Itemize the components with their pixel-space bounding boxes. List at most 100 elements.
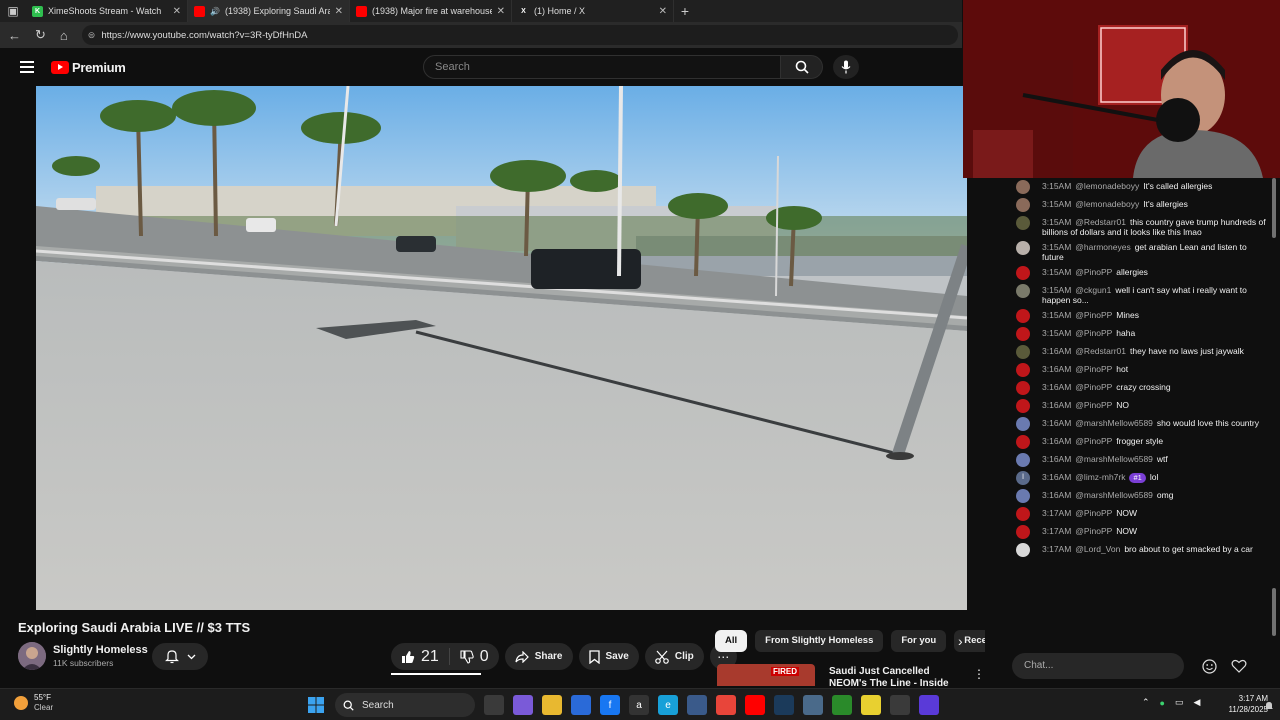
task-view-icon[interactable]	[484, 695, 504, 715]
chat-avatar[interactable]: l	[1016, 471, 1030, 485]
chat-avatar[interactable]	[1016, 381, 1030, 395]
close-tab-icon[interactable]: ✕	[173, 6, 181, 17]
chat-avatar[interactable]	[1016, 399, 1030, 413]
chat-author[interactable]: @PinoPP	[1075, 364, 1112, 374]
chat-avatar[interactable]	[1016, 309, 1030, 323]
chat-message[interactable]: 3:15AM @harmoneyes get arabian Lean and li…	[1000, 240, 1280, 264]
guide-menu-icon[interactable]	[20, 61, 34, 73]
chat-avatar[interactable]	[1016, 284, 1030, 298]
youtube-logo[interactable]: Premium	[51, 60, 126, 75]
chat-avatar[interactable]	[1016, 507, 1030, 521]
chips-next-icon[interactable]: ›	[958, 633, 963, 649]
close-tab-icon[interactable]: ✕	[497, 6, 505, 17]
chat-author[interactable]: @Redstarr01	[1075, 346, 1126, 356]
chat-avatar[interactable]	[1016, 327, 1030, 341]
chat-message[interactable]: 3:16AM @Redstarr01 they have no laws just …	[1000, 344, 1280, 361]
chat-message[interactable]: 3:15AM @lemonadeboyy It's called allergies	[1000, 179, 1280, 196]
recommendation-more-icon[interactable]: ⋮	[973, 667, 985, 681]
chat-author[interactable]: @PinoPP	[1075, 436, 1112, 446]
subscription-bell-button[interactable]	[152, 643, 208, 670]
tab-audio-icon[interactable]: 🔊	[210, 7, 220, 16]
chat-message[interactable]: 3:15AM @Redstarr01 this country gave trump…	[1000, 215, 1280, 239]
chat-avatar[interactable]	[1016, 266, 1030, 280]
super-thanks-button[interactable]	[1230, 657, 1248, 675]
app-icon[interactable]	[919, 695, 939, 715]
filter-chip[interactable]: From Slightly Homeless	[755, 630, 884, 652]
search-input[interactable]: Search	[423, 55, 781, 79]
microphone-tray-icon[interactable]: ●	[1160, 698, 1165, 708]
chat-avatar[interactable]	[1016, 198, 1030, 212]
amazon-icon[interactable]: a	[629, 695, 649, 715]
chat-message[interactable]: 3:16AM @PinoPP hot	[1000, 362, 1280, 379]
back-icon[interactable]: ←	[8, 28, 21, 43]
start-button[interactable]	[306, 695, 326, 715]
filter-chip[interactable]: For you	[891, 630, 947, 652]
close-tab-icon[interactable]: ✕	[659, 6, 667, 17]
chat-avatar[interactable]	[1016, 543, 1030, 557]
chat-author[interactable]: @Lord_Von	[1075, 544, 1120, 554]
taskbar-clock[interactable]: 3:17 AM 11/28/2025	[1218, 693, 1268, 715]
settings-icon[interactable]	[803, 695, 823, 715]
chat-message[interactable]: 3:16AM @marshMellow6589 wtf	[1000, 452, 1280, 469]
chat-author[interactable]: @marshMellow6589	[1075, 418, 1153, 428]
chat-author[interactable]: @limz-mh7rk	[1075, 472, 1125, 482]
network-icon[interactable]: ▭	[1175, 697, 1184, 708]
video-player[interactable]	[36, 86, 967, 610]
chat-author[interactable]: @lemonadeboyy	[1075, 181, 1139, 191]
chat-author[interactable]: @PinoPP	[1075, 328, 1112, 338]
chat-message[interactable]: 3:15AM @lemonadeboyy It's allergies	[1000, 197, 1280, 214]
chat-author[interactable]: @lemonadeboyy	[1075, 199, 1139, 209]
window-menu-icon[interactable]: ▣	[0, 0, 26, 22]
chat-avatar[interactable]	[1016, 417, 1030, 431]
chat-message[interactable]: 3:17AM @Lord_Von bro about to get smacked …	[1000, 542, 1280, 559]
chat-author[interactable]: @PinoPP	[1075, 267, 1112, 277]
search-button[interactable]	[781, 55, 823, 79]
taskbar-search[interactable]: Search	[335, 693, 475, 717]
url-bar[interactable]: ⊜ https://www.youtube.com/watch?v=3R-tyD…	[81, 25, 958, 45]
notification-bell-icon[interactable]	[1264, 698, 1274, 709]
like-button[interactable]: 21	[391, 648, 450, 665]
facebook-icon[interactable]: f	[600, 695, 620, 715]
chat-avatar[interactable]	[1016, 435, 1030, 449]
dislike-button[interactable]: 0	[450, 648, 499, 666]
browser-tab[interactable]: (1938) Major fire at warehouses ✕	[350, 0, 512, 22]
store-icon[interactable]	[571, 695, 591, 715]
chat-avatar[interactable]	[1016, 453, 1030, 467]
chat-author[interactable]: @PinoPP	[1075, 508, 1112, 518]
voice-search-button[interactable]	[833, 55, 859, 79]
recommendation-title[interactable]: Saudi Just Cancelled NEOM's The Line - I…	[829, 664, 959, 686]
chat-author[interactable]: @marshMellow6589	[1075, 454, 1153, 464]
refresh-icon[interactable]: ↻	[35, 27, 46, 43]
filter-chip[interactable]: All	[715, 630, 748, 652]
calculator-icon[interactable]	[687, 695, 707, 715]
save-button[interactable]: Save	[578, 643, 639, 670]
chat-message[interactable]: l 3:16AM @limz-mh7rk #1 lol	[1000, 470, 1280, 487]
chat-avatar[interactable]	[1016, 363, 1030, 377]
chat-message[interactable]: 3:16AM @PinoPP frogger style	[1000, 434, 1280, 451]
browser-tab[interactable]: X (1) Home / X ✕	[512, 0, 674, 22]
xbox-icon[interactable]	[832, 695, 852, 715]
recommendation-thumbnail[interactable]: FIRED	[717, 664, 815, 686]
browser-tab[interactable]: 🔊 (1938) Exploring Saudi Arabia ✕	[188, 0, 350, 22]
chat-author[interactable]: @PinoPP	[1075, 382, 1112, 392]
chat-author[interactable]: @marshMellow6589	[1075, 490, 1153, 500]
live-chat-panel[interactable]: 3:15AM @lemonadeboyy It's called allergies…	[1000, 178, 1280, 648]
site-info-icon[interactable]: ⊜	[88, 30, 96, 41]
chat-avatar[interactable]	[1016, 489, 1030, 503]
youtube-icon[interactable]	[745, 695, 765, 715]
volume-icon[interactable]: ◀	[1194, 697, 1201, 708]
recommendation-item[interactable]: FIRED Saudi Just Cancelled NEOM's The Li…	[717, 664, 987, 686]
file-explorer-icon[interactable]	[542, 695, 562, 715]
chat-avatar[interactable]	[1016, 241, 1030, 255]
emoji-picker-button[interactable]	[1200, 657, 1218, 675]
chat-message[interactable]: 3:16AM @marshMellow6589 omg	[1000, 488, 1280, 505]
chat-message[interactable]: 3:15AM @PinoPP Mines	[1000, 308, 1280, 325]
clip-button[interactable]: Clip	[644, 643, 704, 670]
channel-avatar[interactable]	[18, 642, 46, 670]
chat-avatar[interactable]	[1016, 525, 1030, 539]
chat-message[interactable]: 3:16AM @marshMellow6589 sho would love thi…	[1000, 416, 1280, 433]
chat-input[interactable]: Chat...	[1012, 653, 1184, 679]
home-icon[interactable]: ⌂	[60, 28, 68, 43]
chat-avatar[interactable]	[1016, 345, 1030, 359]
chrome-icon[interactable]	[716, 695, 736, 715]
